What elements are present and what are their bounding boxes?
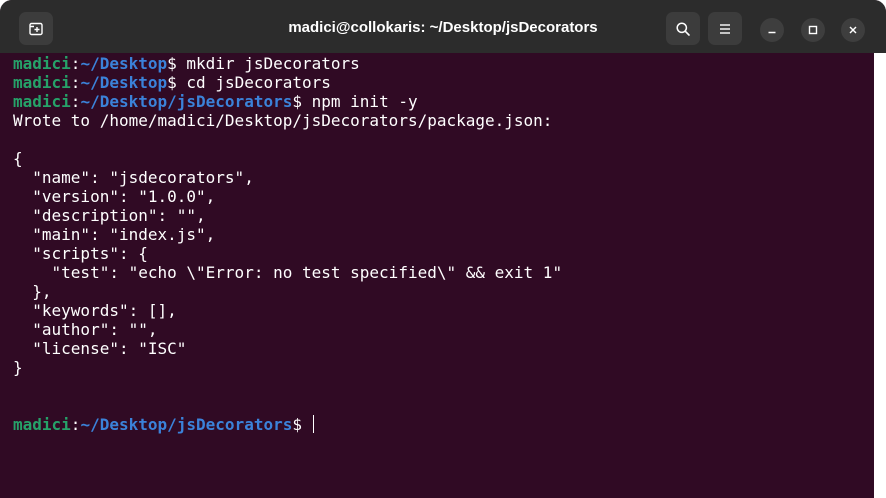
prompt-user: madici [13,92,71,111]
prompt-user: madici [13,54,71,73]
output-line: "scripts": { [13,244,148,263]
command-text: npm init -y [302,92,418,111]
new-tab-icon [29,22,43,35]
prompt-path: ~/Desktop [80,54,168,73]
title-bar[interactable]: madici@collokaris: ~/Desktop/jsDecorator… [0,0,886,53]
new-tab-button[interactable] [19,12,53,45]
output-line: "author": "", [13,320,158,339]
prompt-path: ~/Desktop [80,73,168,92]
prompt-line: madici:~/Desktop$ mkdir jsDecorators [13,54,360,73]
command-text: cd jsDecorators [176,73,331,92]
terminal-window: madici@collokaris: ~/Desktop/jsDecorator… [0,0,886,498]
search-icon [676,21,690,36]
prompt-line: madici:~/Desktop$ cd jsDecorators [13,73,331,92]
output-line: "version": "1.0.0", [13,187,216,206]
active-prompt-line[interactable]: madici:~/Desktop/jsDecorators$ [13,415,315,434]
output-line: "main": "index.js", [13,225,216,244]
prompt-dollar: $ [292,92,302,111]
prompt-line: madici:~/Desktop/jsDecorators$ npm init … [13,92,418,111]
output-line: { [13,149,23,168]
menu-button[interactable] [708,12,742,45]
window-title: madici@collokaris: ~/Desktop/jsDecorator… [288,19,598,36]
output-line: "name": "jsdecorators", [13,168,254,187]
command-input[interactable] [302,415,312,434]
minimize-button[interactable] [760,18,784,42]
output-line: "keywords": [], [13,301,177,320]
output-line: "license": "ISC" [13,339,187,358]
output-line: "test": "echo \"Error: no test specified… [13,263,563,282]
minimize-icon [768,31,776,34]
search-button[interactable] [666,12,700,45]
prompt-dollar: $ [167,73,177,92]
close-button[interactable] [841,18,865,42]
scrollbar[interactable] [874,53,886,498]
prompt-dollar: $ [292,415,302,434]
prompt-user: madici [13,73,71,92]
prompt-user: madici [13,415,71,434]
maximize-icon [808,25,818,35]
prompt-path: ~/Desktop/jsDecorators [80,92,293,111]
command-text: mkdir jsDecorators [176,54,360,73]
terminal-area[interactable]: madici:~/Desktop$ mkdir jsDecorators mad… [0,53,874,498]
prompt-separator: : [70,415,81,434]
prompt-separator: : [70,73,81,92]
prompt-separator: : [70,54,81,73]
prompt-separator: : [70,92,81,111]
output-line: }, [13,282,52,301]
output-line: } [13,358,23,377]
text-cursor [312,415,315,433]
hamburger-menu-icon [720,23,730,34]
close-icon [849,26,857,34]
output-line: "description": "", [13,206,206,225]
prompt-dollar: $ [167,54,177,73]
prompt-path: ~/Desktop/jsDecorators [80,415,293,434]
maximize-button[interactable] [801,18,825,42]
output-line: Wrote to /home/madici/Desktop/jsDecorato… [13,111,553,130]
